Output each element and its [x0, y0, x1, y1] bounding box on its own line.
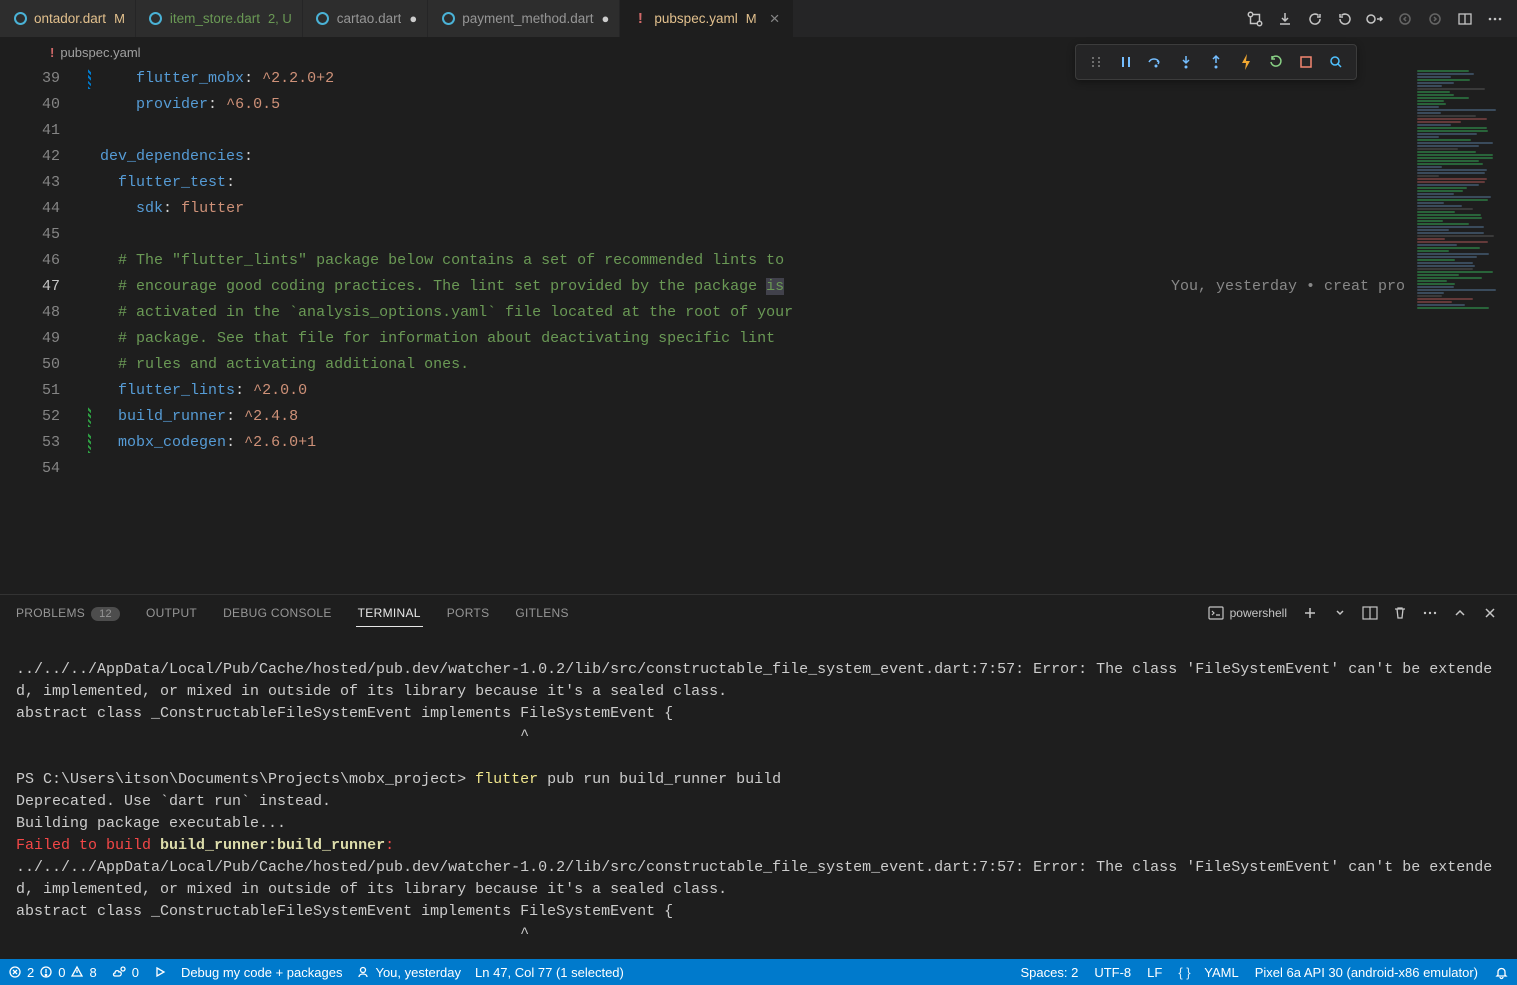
code-line: provider: ^6.0.5: [82, 92, 1415, 118]
split-editor-icon[interactable]: [1451, 5, 1479, 33]
status-problems[interactable]: 2 0 8: [8, 965, 97, 980]
panel-more-icon[interactable]: [1417, 600, 1443, 626]
terminal-profile[interactable]: powershell: [1208, 606, 1287, 620]
new-terminal-icon[interactable]: [1297, 600, 1323, 626]
close-panel-icon[interactable]: [1477, 600, 1503, 626]
compare-changes-icon[interactable]: [1241, 5, 1269, 33]
tab-label: pubspec.yaml: [654, 11, 737, 26]
dart-icon: [148, 11, 164, 27]
status-bar: 2 0 8 0 Debug my code + packages You, ye…: [0, 959, 1517, 985]
status-selection[interactable]: Ln 47, Col 77 (1 selected): [475, 965, 624, 980]
close-tab-icon[interactable]: ×: [767, 11, 783, 27]
panel-tab-ports[interactable]: PORTS: [445, 600, 492, 626]
status-device[interactable]: Pixel 6a API 30 (android-x86 emulator): [1255, 965, 1478, 980]
split-terminal-icon[interactable]: [1357, 600, 1383, 626]
code-line: sdk: flutter: [82, 196, 1415, 222]
tab-label: item_store.dart: [170, 11, 260, 26]
tabs-bar: ontador.dart Mitem_store.dart 2, U cartao.d…: [0, 0, 1517, 38]
editor-actions: [1233, 0, 1517, 37]
code-line: flutter_lints: ^2.0.0: [82, 378, 1415, 404]
panel-tab-output[interactable]: OUTPUT: [144, 600, 199, 626]
code-line: # The "flutter_lints" package below cont…: [82, 248, 1415, 274]
status-debug-start[interactable]: [153, 965, 167, 979]
status-encoding[interactable]: UTF-8: [1094, 965, 1131, 980]
tab-label: cartao.dart: [337, 11, 402, 26]
panel-tab-gitlens[interactable]: GITLENS: [513, 600, 570, 626]
line-gutter: 39404142434445464748495051525354: [0, 66, 82, 594]
dart-icon: [440, 11, 456, 27]
tab-status: ●: [409, 11, 417, 26]
status-blame[interactable]: You, yesterday: [356, 965, 461, 980]
tab-status: M: [746, 11, 757, 26]
kill-terminal-icon[interactable]: [1387, 600, 1413, 626]
breadcrumb-file: pubspec.yaml: [60, 45, 140, 60]
problems-badge: 12: [91, 607, 120, 621]
status-notifications-icon[interactable]: [1494, 965, 1509, 980]
yaml-icon: !: [50, 45, 54, 60]
code-line: dev_dependencies:: [82, 144, 1415, 170]
tab-status: ●: [602, 11, 610, 26]
refresh-icon[interactable]: [1301, 5, 1329, 33]
panel-tab-debug-console[interactable]: DEBUG CONSOLE: [221, 600, 334, 626]
maximize-panel-icon[interactable]: [1447, 600, 1473, 626]
terminal-dropdown-icon[interactable]: [1327, 600, 1353, 626]
git-blame-codelens[interactable]: You, yesterday • creat pro: [1135, 274, 1405, 300]
tab-cartao-dart[interactable]: cartao.dart ●: [303, 0, 428, 37]
status-eol[interactable]: LF: [1147, 965, 1162, 980]
code-line: # encourage good coding practices. The l…: [82, 274, 1415, 300]
download-icon[interactable]: [1271, 5, 1299, 33]
panel-tab-problems[interactable]: PROBLEMS12: [14, 600, 122, 626]
more-actions-icon[interactable]: [1481, 5, 1509, 33]
nav-back-icon[interactable]: [1391, 5, 1419, 33]
tab-ontador-dart[interactable]: ontador.dart M: [0, 0, 136, 37]
tab-label: ontador.dart: [34, 11, 106, 26]
code-line: # package. See that file for information…: [82, 326, 1415, 352]
tab-item_store-dart[interactable]: item_store.dart 2, U: [136, 0, 303, 37]
panel-tab-terminal[interactable]: TERMINAL: [356, 600, 423, 627]
status-live-share[interactable]: 0: [111, 965, 139, 980]
code-area[interactable]: flutter_mobx: ^2.2.0+2 provider: ^6.0.5 …: [82, 66, 1415, 594]
code-line: # rules and activating additional ones.: [82, 352, 1415, 378]
code-line: [82, 118, 1415, 144]
status-language[interactable]: { } YAML: [1178, 965, 1238, 980]
run-last-icon[interactable]: [1361, 5, 1389, 33]
panel-actions: powershell: [1208, 600, 1503, 626]
panel-tabs: PROBLEMS12 OUTPUT DEBUG CONSOLE TERMINAL POR…: [0, 595, 1517, 631]
status-indent[interactable]: Spaces: 2: [1021, 965, 1079, 980]
code-line: flutter_mobx: ^2.2.0+2: [82, 66, 1415, 92]
tab-status: 2, U: [268, 11, 292, 26]
tab-pubspec-yaml[interactable]: ! pubspec.yaml M ×: [620, 0, 793, 37]
tab-label: payment_method.dart: [462, 11, 593, 26]
code-editor[interactable]: 39404142434445464748495051525354 flutter…: [0, 66, 1415, 594]
code-line: # activated in the `analysis_options.yam…: [82, 300, 1415, 326]
tab-status: M: [114, 11, 125, 26]
tab-payment_method-dart[interactable]: payment_method.dart ●: [428, 0, 620, 37]
code-line: flutter_test:: [82, 170, 1415, 196]
code-line: [82, 222, 1415, 248]
bottom-panel: PROBLEMS12 OUTPUT DEBUG CONSOLE TERMINAL POR…: [0, 594, 1517, 959]
status-debug-config[interactable]: Debug my code + packages: [181, 965, 343, 980]
restart-icon[interactable]: [1331, 5, 1359, 33]
dart-icon: [12, 11, 28, 27]
dart-icon: [315, 11, 331, 27]
code-line: build_runner: ^2.4.8: [82, 404, 1415, 430]
minimap[interactable]: [1415, 66, 1517, 594]
terminal-output[interactable]: ../../../AppData/Local/Pub/Cache/hosted/…: [0, 631, 1517, 959]
yaml-icon: !: [632, 11, 648, 27]
breadcrumb[interactable]: ! pubspec.yaml: [0, 38, 1517, 66]
code-line: [82, 456, 1415, 482]
nav-fwd-icon[interactable]: [1421, 5, 1449, 33]
code-line: mobx_codegen: ^2.6.0+1: [82, 430, 1415, 456]
